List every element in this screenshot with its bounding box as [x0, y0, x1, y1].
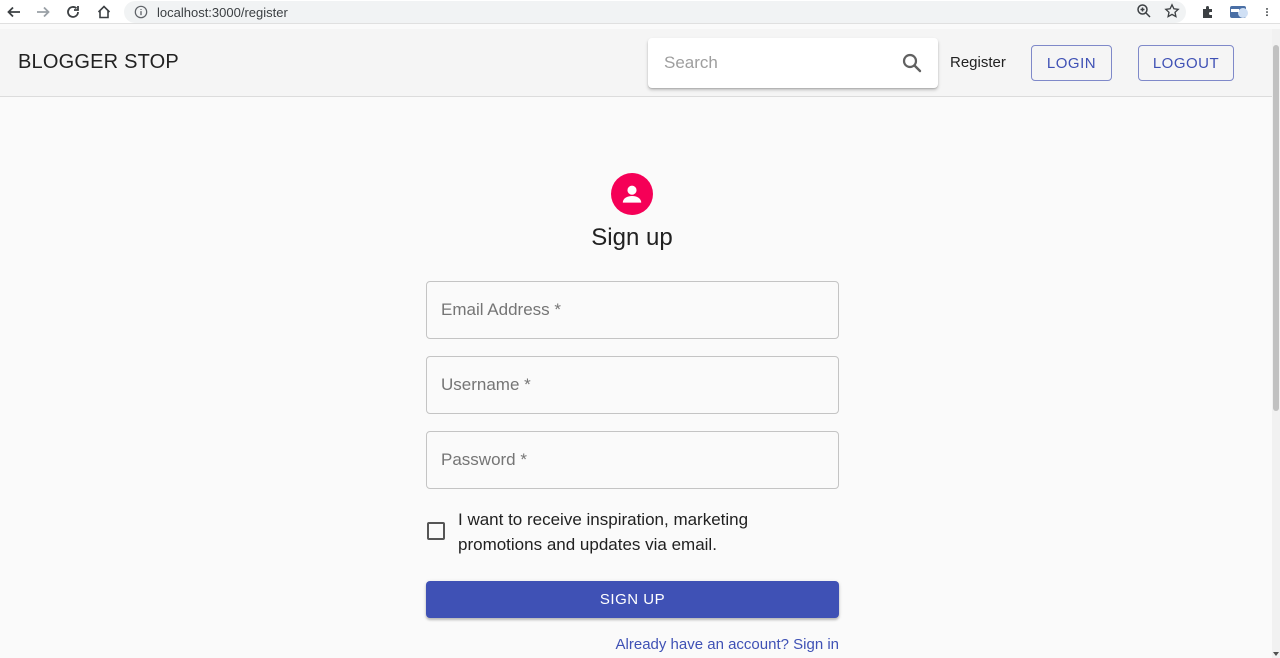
home-button[interactable]: [93, 1, 115, 23]
avatar: [611, 173, 653, 215]
app-header: BLOGGER STOP Register LOGIN LOGOUT: [0, 29, 1272, 97]
menu-icon[interactable]: [1262, 4, 1272, 20]
extensions-icon[interactable]: [1200, 4, 1216, 20]
signin-link[interactable]: Already have an account? Sign in: [616, 636, 839, 653]
logout-button[interactable]: LOGOUT: [1138, 45, 1234, 81]
register-link[interactable]: Register: [950, 54, 1006, 71]
email-field-container: [426, 281, 839, 339]
search-input[interactable]: [664, 38, 894, 88]
back-button[interactable]: [3, 1, 25, 23]
email-field[interactable]: [427, 282, 838, 338]
login-button[interactable]: LOGIN: [1031, 45, 1112, 81]
page-scrollbar[interactable]: [1272, 29, 1280, 658]
reload-icon: [67, 6, 79, 18]
password-field-container: [426, 431, 839, 489]
brand-title[interactable]: BLOGGER STOP: [18, 51, 179, 74]
search-icon[interactable]: [900, 51, 924, 75]
zoom-icon[interactable]: [1136, 3, 1152, 19]
address-bar[interactable]: localhost:3000/register: [124, 1, 1186, 23]
reload-button[interactable]: [62, 1, 84, 23]
person-icon: [622, 185, 642, 203]
forward-button[interactable]: [32, 1, 54, 23]
marketing-opt-in[interactable]: I want to receive inspiration, marketing…: [426, 507, 839, 559]
back-icon: [7, 6, 20, 18]
star-icon[interactable]: [1164, 3, 1180, 19]
url-text: localhost:3000/register: [157, 4, 288, 20]
signup-button[interactable]: SIGN UP: [426, 581, 839, 618]
page-title: Sign up: [591, 224, 673, 251]
forward-icon: [37, 6, 50, 18]
password-field[interactable]: [427, 432, 838, 488]
browser-toolbar: localhost:3000/register: [0, 0, 1280, 24]
scrollbar-thumb[interactable]: [1273, 45, 1279, 411]
username-field[interactable]: [427, 357, 838, 413]
info-icon: [134, 5, 148, 19]
marketing-checkbox-label[interactable]: I want to receive inspiration, marketing…: [458, 507, 788, 557]
search-box: [648, 38, 938, 88]
scroll-down-icon[interactable]: [1273, 652, 1279, 656]
home-icon: [97, 5, 111, 19]
marketing-checkbox[interactable]: [427, 522, 445, 540]
profile-icon[interactable]: [1228, 4, 1250, 20]
username-field-container: [426, 356, 839, 414]
